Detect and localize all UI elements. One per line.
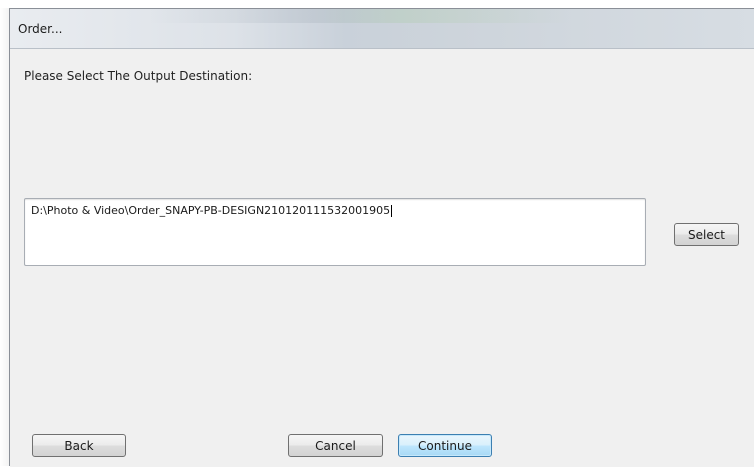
window-title: Order... (18, 22, 63, 36)
output-path-field[interactable]: D:\Photo & Video\Order_SNAPY-PB-DESIGN21… (24, 198, 646, 266)
continue-button[interactable]: Continue (398, 434, 492, 457)
text-caret (391, 205, 393, 217)
back-button[interactable]: Back (32, 434, 126, 457)
order-dialog-window: Order... Please Select The Output Destin… (9, 8, 754, 467)
output-path-text: D:\Photo & Video\Order_SNAPY-PB-DESIGN21… (31, 204, 391, 217)
title-bar-glass (150, 9, 570, 23)
dialog-body: Please Select The Output Destination: D:… (10, 49, 754, 467)
window-left-edge (0, 8, 9, 466)
output-destination-label: Please Select The Output Destination: (24, 69, 253, 83)
title-bar[interactable]: Order... (10, 9, 754, 49)
cancel-button[interactable]: Cancel (288, 434, 383, 457)
select-button[interactable]: Select (674, 223, 739, 246)
